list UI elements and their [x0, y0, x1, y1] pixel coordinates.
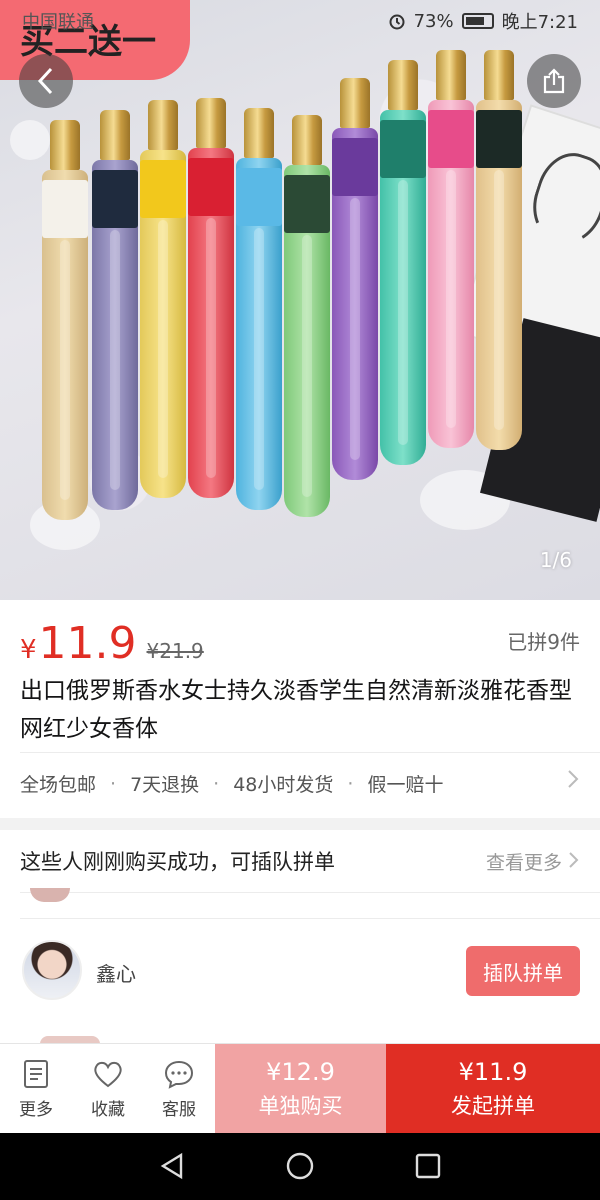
separator-dot: ·: [110, 772, 117, 795]
see-more-label: 查看更多: [485, 852, 562, 874]
price-row: ¥ 11.9 ¥21.9: [20, 618, 204, 669]
perfume-bottle: [188, 98, 234, 498]
share-icon: [543, 68, 565, 94]
background-flower: [10, 120, 50, 160]
chevron-right-icon: [566, 768, 580, 796]
chat-bubble-icon: [164, 1060, 194, 1089]
section-gap: [0, 818, 600, 830]
start-group-buy-button[interactable]: ¥11.9 发起拼单: [386, 1044, 600, 1134]
customer-service-button[interactable]: 客服: [143, 1044, 215, 1134]
battery-icon: [461, 13, 494, 29]
service-guarantees[interactable]: 全场包邮 · 7天退换 · 48小时发货 · 假一赔十: [20, 770, 580, 797]
service-label: 客服: [162, 1099, 196, 1120]
group-price: 11.9: [38, 618, 137, 669]
group-buy-title: 这些人刚刚购买成功，可插队拼单: [20, 850, 335, 874]
nav-back-icon[interactable]: [157, 1151, 187, 1181]
perfume-bottle: [428, 50, 474, 448]
service-item: 7天退换: [130, 774, 200, 796]
back-arrow-icon: [37, 67, 53, 95]
battery-percent: 73%: [413, 10, 454, 32]
perfume-bottle: [476, 50, 522, 450]
avatar: [30, 888, 70, 902]
service-item: 全场包邮: [20, 774, 97, 796]
nav-home-icon[interactable]: [285, 1151, 315, 1181]
sold-count: 已拼9件: [507, 630, 580, 654]
group-buy-header: 这些人刚刚购买成功，可插队拼单 查看更多: [20, 846, 580, 876]
more-label: 更多: [19, 1099, 53, 1120]
bottom-action-bar: 更多 收藏 客服 ¥12.9 单独购买 ¥11.9 发起拼单: [0, 1043, 600, 1134]
system-nav-bar: [0, 1133, 600, 1200]
perfume-bottle: [284, 115, 330, 517]
member-name: 鑫心: [96, 962, 136, 986]
perfume-bottle: [236, 108, 282, 510]
chevron-right-icon: [569, 852, 579, 868]
see-more-link[interactable]: 查看更多: [486, 848, 580, 875]
perfume-bottle: [332, 78, 378, 480]
nav-recents-icon[interactable]: [413, 1151, 443, 1181]
divider: [20, 892, 600, 893]
status-right: 73% 晚上7:21: [388, 8, 578, 34]
group-buy-label: 发起拼单: [451, 1094, 535, 1118]
service-item: 48小时发货: [233, 774, 334, 796]
single-label: 单独购买: [258, 1094, 343, 1118]
group-buy-price: ¥11.9: [458, 1058, 528, 1086]
document-icon: [24, 1059, 48, 1088]
more-button[interactable]: 更多: [0, 1044, 72, 1134]
divider: [20, 918, 600, 919]
status-bar: 中国联通 73% 晚上7:21: [0, 0, 600, 40]
currency-symbol: ¥: [20, 635, 37, 665]
favorite-label: 收藏: [91, 1099, 125, 1120]
single-price: ¥12.9: [266, 1058, 335, 1086]
clock: 晚上7:21: [501, 12, 578, 33]
back-button[interactable]: [19, 54, 73, 108]
group-member-row: 鑫心 插队拼单: [20, 938, 580, 1002]
join-group-button[interactable]: 插队拼单: [466, 946, 580, 996]
carrier-label: 中国联通: [22, 12, 94, 33]
alarm-icon: [389, 14, 405, 30]
original-price: ¥21.9: [146, 639, 204, 663]
perfume-bottle: [42, 120, 88, 520]
perfume-bottle: [380, 60, 426, 465]
separator-dot: ·: [347, 772, 354, 795]
avatar: [22, 940, 82, 1000]
service-item: 假一赔十: [367, 774, 444, 796]
perfume-bottle: [92, 110, 138, 510]
perfume-bottle: [140, 100, 186, 498]
share-button[interactable]: [527, 54, 581, 108]
product-image-carousel[interactable]: 1/6: [0, 0, 600, 600]
divider: [20, 752, 600, 753]
image-pager: 1/6: [539, 548, 572, 572]
heart-icon: [94, 1061, 122, 1087]
product-title: 出口俄罗斯香水女士持久淡香学生自然清新淡雅花香型网红少女香体: [20, 678, 572, 742]
buy-alone-button[interactable]: ¥12.9 单独购买: [215, 1044, 386, 1134]
separator-dot: ·: [213, 772, 220, 795]
favorite-button[interactable]: 收藏: [72, 1044, 144, 1134]
